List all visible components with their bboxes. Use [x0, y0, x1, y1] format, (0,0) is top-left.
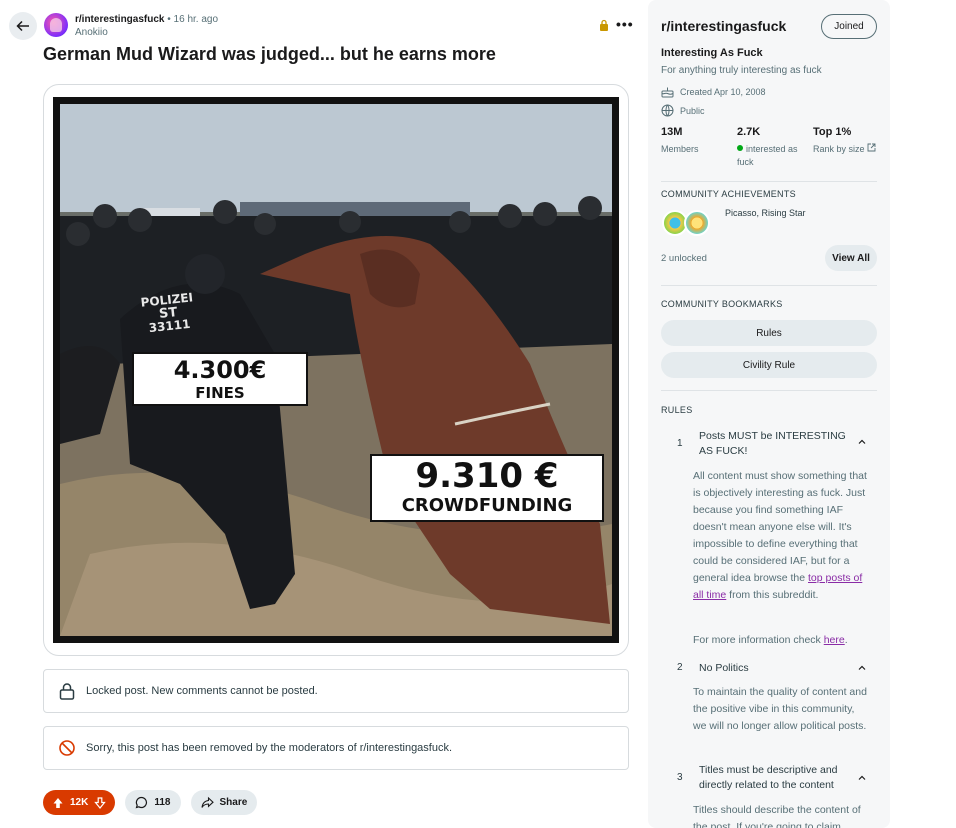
divider: [661, 285, 877, 286]
divider: [661, 181, 877, 182]
post-media[interactable]: 4.300€ FINES 9.310 € CROWDFUNDING POLIZE…: [43, 84, 629, 656]
locked-text: Locked post. New comments cannot be post…: [86, 685, 318, 697]
divider: [661, 390, 877, 391]
vest-text: POLIZEI ST 33111: [140, 290, 196, 335]
rank-label-text: Rank by size: [813, 144, 865, 154]
globe-icon: [661, 104, 674, 117]
lock-icon: [600, 19, 608, 31]
comment-count: 118: [154, 797, 171, 808]
bookmarks-title: COMMUNITY BOOKMARKS: [661, 299, 783, 309]
rule-3-body: Titles should describe the content of th…: [693, 804, 861, 828]
more-options-button[interactable]: •••: [616, 16, 634, 32]
rule-1-more-text: For more information check: [693, 634, 824, 646]
rule-3-title[interactable]: Titles must be descriptive and directly …: [699, 763, 854, 793]
vote-control: 12K: [43, 790, 116, 815]
community-sidebar: r/interestingasfuck Joined Interesting A…: [648, 0, 890, 828]
more-info-link[interactable]: here: [824, 634, 845, 646]
share-label: Share: [219, 797, 248, 808]
removed-notice: Sorry, this post has been removed by the…: [43, 726, 629, 770]
cake-icon: [661, 87, 674, 98]
removed-text: Sorry, this post has been removed by the…: [86, 742, 453, 754]
chevron-up-icon[interactable]: [857, 437, 867, 447]
fines-amount: 4.300€: [173, 356, 267, 384]
back-button[interactable]: [9, 12, 37, 40]
upvote-icon[interactable]: [52, 797, 64, 809]
subreddit-avatar[interactable]: [44, 13, 68, 37]
locked-notice: Locked post. New comments cannot be post…: [43, 669, 629, 713]
online-label: interested as fuck: [737, 143, 809, 169]
bookmark-civility-rule-button[interactable]: Civility Rule: [661, 352, 877, 378]
subreddit-link[interactable]: r/interestingasfuck: [75, 14, 164, 25]
rank-value: Top 1%: [813, 126, 852, 138]
rule-1-number: 1: [677, 438, 683, 449]
rule-1-more: For more information check here.: [693, 632, 868, 649]
community-name: Interesting As Fuck: [661, 47, 763, 59]
online-dot-icon: [737, 145, 743, 151]
post-title: German Mud Wizard was judged... but he e…: [43, 44, 496, 64]
vote-count: 12K: [70, 797, 89, 808]
view-all-button[interactable]: View All: [825, 245, 877, 271]
rising-star-badge-icon[interactable]: [684, 210, 710, 236]
community-description: For anything truly interesting as fuck: [661, 65, 822, 76]
rule-1-title[interactable]: Posts MUST be INTERESTING AS FUCK!: [699, 429, 854, 459]
rule-3-number: 3: [677, 772, 683, 783]
unlocked-count: 2 unlocked: [661, 253, 707, 264]
crowdfunding-text: CROWDFUNDING: [401, 495, 573, 516]
comment-icon: [135, 796, 148, 809]
chevron-up-icon[interactable]: [857, 773, 867, 783]
fines-text: FINES: [195, 384, 245, 402]
rule-2-title[interactable]: No Politics: [699, 661, 854, 676]
lock-outline-icon: [59, 683, 75, 700]
achievements-title: COMMUNITY ACHIEVEMENTS: [661, 189, 796, 199]
rules-title: RULES: [661, 405, 693, 415]
achievement-names: Picasso, Rising Star: [725, 208, 806, 218]
post-meta: r/interestingasfuck • 16 hr. ago: [75, 14, 218, 25]
joined-button[interactable]: Joined: [821, 14, 877, 39]
downvote-icon[interactable]: [94, 796, 107, 809]
members-label: Members: [661, 144, 699, 154]
arrow-left-icon: [16, 20, 29, 32]
post-image: 4.300€ FINES 9.310 € CROWDFUNDING POLIZE…: [53, 97, 619, 643]
online-label-text: interested as fuck: [737, 144, 798, 167]
prohibited-icon: [59, 740, 75, 756]
members-count: 13M: [661, 126, 683, 138]
share-button[interactable]: Share: [190, 790, 258, 815]
post-time: • 16 hr. ago: [167, 14, 219, 25]
created-text: Created Apr 10, 2008: [680, 87, 766, 97]
rank-label[interactable]: Rank by size: [813, 143, 876, 156]
crowdfunding-label: 9.310 € CROWDFUNDING: [370, 454, 604, 522]
comments-button[interactable]: 118: [125, 790, 181, 815]
rule-1-text-end: from this subreddit.: [726, 589, 819, 601]
fines-label: 4.300€ FINES: [132, 352, 308, 406]
sidebar-title[interactable]: r/interestingasfuck: [661, 18, 786, 34]
chevron-up-icon[interactable]: [857, 663, 867, 673]
rule-2-body: To maintain the quality of content and t…: [693, 686, 867, 732]
rule-2-number: 2: [677, 662, 683, 673]
bookmark-rules-button[interactable]: Rules: [661, 320, 877, 346]
rule-1-more-end: .: [844, 634, 848, 646]
post-actions: 12K 118 Share: [43, 790, 258, 815]
rule-1-body: All content must show something that is …: [693, 468, 868, 604]
external-link-icon: [867, 143, 876, 152]
crowdfunding-amount: 9.310 €: [415, 456, 559, 496]
post-main: r/interestingasfuck • 16 hr. ago Anokiio…: [0, 0, 648, 828]
online-count: 2.7K: [737, 126, 761, 138]
share-icon: [200, 796, 214, 808]
author-link[interactable]: Anokiio: [75, 27, 108, 38]
visibility-text: Public: [680, 105, 705, 116]
created-date: Created Apr 10, 2008: [661, 86, 766, 98]
visibility: Public: [661, 104, 705, 117]
rule-1-text: All content must show something that is …: [693, 470, 867, 584]
